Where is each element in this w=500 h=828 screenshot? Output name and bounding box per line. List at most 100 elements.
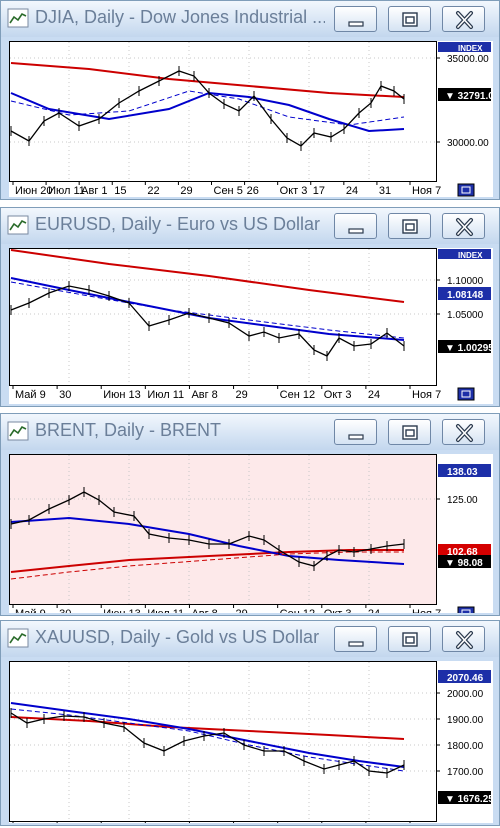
y-tick-label: 30000.00 xyxy=(447,138,489,149)
maximize-icon xyxy=(402,12,418,27)
x-tick-label: 17 xyxy=(313,185,325,197)
x-tick-label: Окт 3 xyxy=(280,185,308,197)
scroll-to-end-icon[interactable] xyxy=(457,606,475,620)
title-bar[interactable]: EURUSD, Daily - Euro vs US Dollar xyxy=(1,208,499,244)
current-price-label: ▼ 98.08 xyxy=(445,558,483,569)
chart-area[interactable]: 125.00138.03102.68▼ 98.08Май 930Июн 13Ию… xyxy=(9,454,493,620)
current-price-label: ▼ 1676.25 xyxy=(445,794,493,805)
plot-area xyxy=(9,454,437,605)
maximize-icon xyxy=(402,425,418,440)
level-label: 138.03 xyxy=(447,467,478,478)
minimize-button[interactable] xyxy=(334,419,377,445)
close-icon xyxy=(456,218,473,236)
chart-window-4[interactable]: XAUUSD, Daily - Gold vs US Dollar 2000.00… xyxy=(0,620,500,828)
maximize-button[interactable] xyxy=(388,6,431,32)
x-tick-label: Окт 3 xyxy=(324,389,352,401)
title-bar[interactable]: BRENT, Daily - BRENT xyxy=(1,414,499,450)
x-tick-label: 15 xyxy=(114,185,126,197)
plot-area xyxy=(9,41,437,182)
x-tick-label: Май 9 xyxy=(15,389,46,401)
maximize-icon xyxy=(402,219,418,234)
x-tick-label: 26 xyxy=(247,185,259,197)
index-label: INDEX xyxy=(458,44,483,53)
y-tick-label: 2000.00 xyxy=(447,689,484,700)
x-tick-label: Июн 13 xyxy=(103,389,141,401)
x-tick-label: Май 9 xyxy=(15,608,46,613)
minimize-button[interactable] xyxy=(334,6,377,32)
level-label: 1.08148 xyxy=(447,290,484,301)
close-icon xyxy=(456,424,473,442)
x-tick-label: 24 xyxy=(368,389,380,401)
y-tick-label: 1.10000 xyxy=(447,276,484,287)
x-tick-label: Окт 3 xyxy=(324,608,352,613)
window-title: DJIA, Daily - Dow Jones Industrial ... xyxy=(35,7,325,27)
x-tick-label: Ноя 7 xyxy=(412,608,441,613)
x-tick-label: Сен 12 xyxy=(280,608,315,613)
title-bar[interactable]: XAUUSD, Daily - Gold vs US Dollar xyxy=(1,621,499,657)
chart-window-3[interactable]: BRENT, Daily - BRENT 125.00 138.03 102.68 ▼ … xyxy=(0,413,500,620)
x-tick-label: Июн 20 xyxy=(15,185,53,197)
minimize-button[interactable] xyxy=(334,626,377,652)
close-button[interactable] xyxy=(442,213,485,239)
y-tick-label: 35000.00 xyxy=(447,54,489,65)
maximize-button[interactable] xyxy=(388,626,431,652)
price-chart: 125.00138.03102.68▼ 98.08Май 930Июн 13Ию… xyxy=(9,454,493,620)
window-title: BRENT, Daily - BRENT xyxy=(35,420,222,440)
x-tick-label: 29 xyxy=(180,185,192,197)
current-price-label: ▼ 1.00295 xyxy=(445,343,493,354)
minimize-button[interactable] xyxy=(334,213,377,239)
x-tick-label: Сен 12 xyxy=(280,389,315,401)
x-tick-label: 22 xyxy=(147,185,159,197)
x-tick-label: Авг 8 xyxy=(191,389,217,401)
x-tick-label: Авг 1 xyxy=(81,185,107,197)
minimize-icon xyxy=(348,434,364,440)
chart-app-icon xyxy=(7,8,29,28)
y-tick-label: 1.05000 xyxy=(447,310,484,321)
plot-area xyxy=(9,248,437,386)
close-button[interactable] xyxy=(442,6,485,32)
scroll-to-end-icon[interactable] xyxy=(457,387,475,401)
x-tick-label: 30 xyxy=(59,608,71,613)
scroll-to-end-icon[interactable] xyxy=(457,183,475,197)
price-chart: INDEX 1.10000 1.05000 1.08148 ▼ 1.00295 Май 9… xyxy=(9,248,494,404)
y-tick-label: 125.00 xyxy=(447,495,478,506)
x-tick-label: Июл 11 xyxy=(147,608,184,613)
close-icon xyxy=(456,631,473,649)
minimize-icon xyxy=(348,21,364,27)
chart-window-2[interactable]: EURUSD, Daily - Euro vs US Dollar INDEX 1.… xyxy=(0,207,500,407)
chart-app-icon xyxy=(7,421,29,441)
y-tick-label: 1700.00 xyxy=(447,767,484,778)
x-tick-label: Ноя 7 xyxy=(412,389,441,401)
x-tick-label: 24 xyxy=(346,185,358,197)
close-button[interactable] xyxy=(442,419,485,445)
y-tick-label: 1900.00 xyxy=(447,715,484,726)
x-tick-label: 29 xyxy=(236,389,248,401)
close-icon xyxy=(456,11,473,29)
minimize-icon xyxy=(348,228,364,234)
x-tick-label: Сен 5 xyxy=(214,185,243,197)
maximize-icon xyxy=(402,632,418,647)
x-tick-label: Июл 11 xyxy=(147,389,184,401)
x-tick-label: Ноя 7 xyxy=(412,185,441,197)
level-label: 2070.46 xyxy=(447,673,484,684)
minimize-icon xyxy=(348,641,364,647)
x-tick-label: Авг 8 xyxy=(191,608,217,613)
maximize-button[interactable] xyxy=(388,213,431,239)
price-chart: INDEX35000.00 30000.00 ▼ 32791.00 Июн 20Июл… xyxy=(9,41,500,197)
price-chart: 2000.00 1900.00 1800.00 1700.00 2070.46 ▼ 167… xyxy=(9,661,494,828)
y-tick-label: 1800.00 xyxy=(447,741,484,752)
close-button[interactable] xyxy=(442,626,485,652)
maximize-button[interactable] xyxy=(388,419,431,445)
window-title: EURUSD, Daily - Euro vs US Dollar xyxy=(35,214,321,234)
title-bar[interactable]: DJIA, Daily - Dow Jones Industrial ... xyxy=(1,1,499,37)
chart-area[interactable]: 2000.00 1900.00 1800.00 1700.00 2070.46 ▼ 167… xyxy=(9,661,494,828)
x-tick-label: Июн 13 xyxy=(103,608,141,613)
x-tick-label: Июл 11 xyxy=(48,185,85,197)
chart-area[interactable]: INDEX35000.00 30000.00 ▼ 32791.00 Июн 20Июл… xyxy=(9,41,500,197)
x-tick-label: 31 xyxy=(379,185,391,197)
chart-window-1[interactable]: DJIA, Daily - Dow Jones Industrial ... IN… xyxy=(0,0,500,200)
chart-area[interactable]: INDEX 1.10000 1.05000 1.08148 ▼ 1.00295 Май 9… xyxy=(9,248,494,404)
x-tick-label: 24 xyxy=(368,608,380,613)
window-title: XAUUSD, Daily - Gold vs US Dollar xyxy=(35,627,320,647)
index-label: INDEX xyxy=(458,251,483,260)
